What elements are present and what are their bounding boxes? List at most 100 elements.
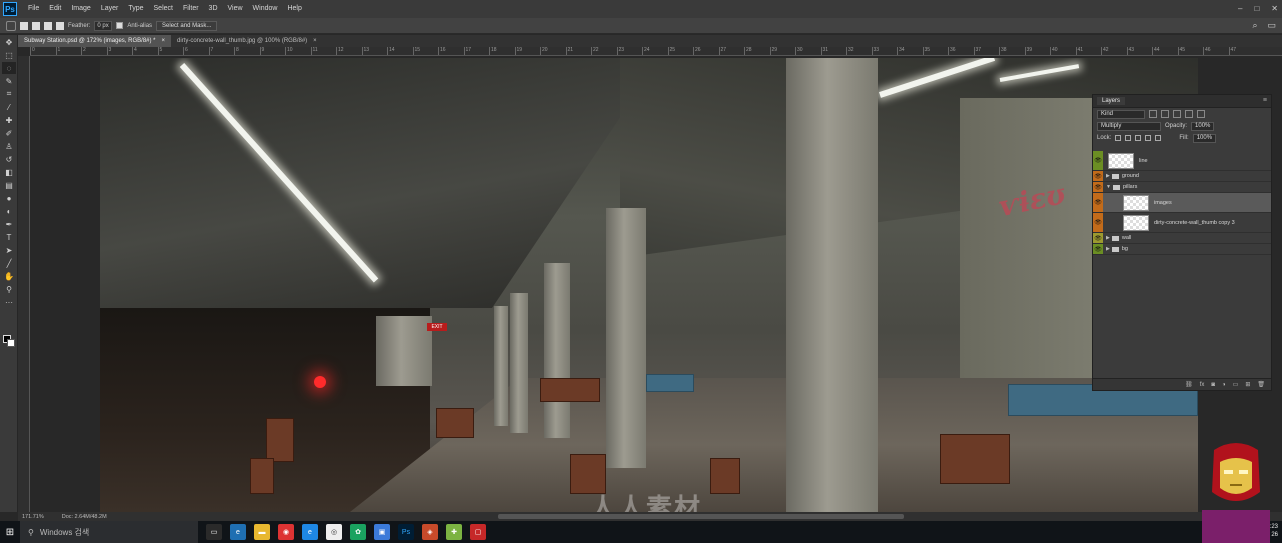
workspace-icon[interactable]: ▭ [1267,20,1276,31]
path-select-icon[interactable]: ➤ [2,244,16,256]
hand-tool-icon[interactable]: ✋ [2,270,16,282]
maximize-icon[interactable]: □ [1254,0,1259,18]
search-icon[interactable]: ⌕ [1252,20,1257,31]
type-filter-icon[interactable] [1173,110,1181,118]
visibility-eye-icon[interactable]: 👁 [1093,182,1103,192]
gradient-tool-icon[interactable]: ▤ [2,179,16,191]
expand-caret-icon[interactable]: ▶ [1106,246,1110,252]
zoom-tool-icon[interactable]: ⚲ [2,283,16,295]
app-icon[interactable]: ▣ [374,524,390,540]
task-view-icon[interactable]: ▭ [206,524,222,540]
crop-tool-icon[interactable]: ⌗ [2,88,16,100]
healing-tool-icon[interactable]: ✚ [2,114,16,126]
edge-icon[interactable]: e [230,524,246,540]
new-layer-icon[interactable]: ⊞ [1245,381,1250,388]
shape-tool-icon[interactable]: ╱ [2,257,16,269]
tab-dirty-concrete[interactable]: dirty-concrete-wall_thumb.jpg @ 100% (RG… [171,35,323,47]
menu-3d[interactable]: 3D [204,0,223,18]
layer-images[interactable]: 👁 images [1093,193,1271,213]
brush-tool-icon[interactable]: ✐ [2,127,16,139]
type-tool-icon[interactable]: T [2,231,16,243]
layer-line[interactable]: 👁 line [1093,151,1271,171]
intersect-selection-icon[interactable] [56,21,64,30]
menu-layer[interactable]: Layer [96,0,124,18]
visibility-eye-icon[interactable]: 👁 [1093,171,1103,181]
shape-filter-icon[interactable] [1185,110,1193,118]
menu-image[interactable]: Image [66,0,95,18]
photoshop-taskbar-icon[interactable]: Ps [398,524,414,540]
visibility-eye-icon[interactable]: 👁 [1093,193,1103,212]
lock-image-icon[interactable] [1125,135,1132,141]
layer-group-wall[interactable]: 👁 ▶ wall [1093,233,1271,244]
visibility-eye-icon[interactable]: 👁 [1093,233,1103,243]
adjustment-filter-icon[interactable] [1161,110,1169,118]
chrome-icon[interactable]: ◉ [278,524,294,540]
layers-tab[interactable]: Layers [1097,97,1126,105]
lock-position-icon[interactable] [1135,135,1142,141]
marquee-tool-icon[interactable]: ⬚ [2,49,16,61]
pen-tool-icon[interactable]: ✒ [2,218,16,230]
stamp-tool-icon[interactable]: ♙ [2,140,16,152]
expand-caret-icon[interactable]: ▶ [1106,173,1110,179]
close-icon[interactable]: ✕ [1271,0,1278,18]
expand-caret-icon[interactable]: ▶ [1106,235,1110,241]
delete-layer-icon[interactable]: 🗑 [1257,381,1265,388]
eyedropper-tool-icon[interactable]: ⁄ [2,101,16,113]
history-brush-icon[interactable]: ↺ [2,153,16,165]
lasso-tool-icon[interactable] [6,20,16,31]
menu-window[interactable]: Window [248,0,283,18]
dodge-tool-icon[interactable]: ◐ [2,205,16,217]
add-selection-icon[interactable] [32,21,40,30]
quick-select-tool-icon[interactable]: ✎ [2,75,16,87]
minimize-icon[interactable]: – [1238,0,1242,18]
menu-filter[interactable]: Filter [178,0,204,18]
visibility-eye-icon[interactable]: 👁 [1093,213,1103,232]
tab-close-icon[interactable]: × [162,35,166,47]
menu-view[interactable]: View [223,0,248,18]
opacity-input[interactable]: 100% [1191,121,1215,131]
app-icon[interactable]: ▢ [470,524,486,540]
menu-select[interactable]: Select [149,0,178,18]
layer-dirty-concrete-copy[interactable]: 👁 dirty-concrete-wall_thumb copy 3 [1093,213,1271,233]
background-color-swatch[interactable] [7,339,15,347]
layer-group-bg[interactable]: 👁 ▶ bg [1093,244,1271,255]
pixel-filter-icon[interactable] [1149,110,1157,118]
blend-mode-select[interactable]: Multiply [1097,121,1161,131]
new-selection-icon[interactable] [20,21,28,30]
file-explorer-icon[interactable]: ▬ [254,524,270,540]
app-icon[interactable]: ✿ [350,524,366,540]
subtract-selection-icon[interactable] [44,21,52,30]
ie-icon[interactable]: e [302,524,318,540]
lock-artboard-icon[interactable] [1145,135,1152,141]
visibility-eye-icon[interactable]: 👁 [1093,151,1103,170]
smart-object-filter-icon[interactable] [1197,110,1205,118]
collapse-caret-icon[interactable]: ▼ [1106,184,1111,190]
doc-size[interactable]: Doc: 2.64M/48.2M [62,514,107,520]
tab-subway-station[interactable]: Subway Station.psd @ 172% (images, RGB/8… [18,35,172,47]
fill-input[interactable]: 100% [1192,133,1217,143]
new-group-icon[interactable]: ▭ [1233,381,1239,388]
taskbar-search[interactable]: ⚲ Windows 검색 [20,521,198,543]
layer-group-pillars[interactable]: 👁 ▼ pillars [1093,182,1271,193]
filter-kind-select[interactable]: Kind [1097,109,1145,119]
app-icon[interactable]: ◈ [422,524,438,540]
zoom-level[interactable]: 171.71% [22,514,44,520]
app-icon[interactable]: ◎ [326,524,342,540]
lock-all-icon[interactable] [1155,135,1162,141]
more-tools-icon[interactable]: ··· [2,296,16,308]
eraser-tool-icon[interactable]: ◧ [2,166,16,178]
antialias-checkbox[interactable] [116,22,124,29]
lasso-tool-icon[interactable]: ◌ [2,62,16,74]
move-tool-icon[interactable]: ✥ [2,36,16,48]
link-layers-icon[interactable]: ⛓ [1185,381,1193,388]
select-and-mask-button[interactable]: Select and Mask... [156,20,218,31]
subway-station-image[interactable]: ѵɨɛʊ EXIT 人人素材 [100,58,1198,512]
visibility-eye-icon[interactable]: 👁 [1093,244,1103,254]
layer-group-ground[interactable]: 👁 ▶ ground [1093,171,1271,182]
menu-type[interactable]: Type [123,0,148,18]
menu-edit[interactable]: Edit [44,0,66,18]
menu-help[interactable]: Help [282,0,306,18]
app-icon[interactable]: ✚ [446,524,462,540]
lock-transparent-icon[interactable] [1115,135,1122,141]
tab-close-icon[interactable]: × [313,35,317,47]
